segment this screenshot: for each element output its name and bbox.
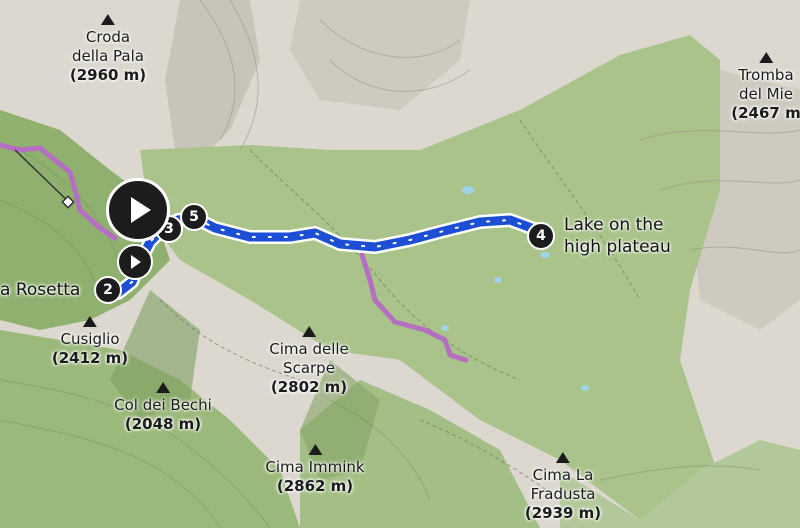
peak-tromba-del-mie[interactable]: Tromba del Mie (2467 m [731,52,800,123]
peak-name: della Pala [72,47,144,65]
peak-elevation: (2048 m) [124,415,202,433]
play-flyover-button[interactable] [106,178,170,242]
lake-label-line: Lake on the [564,215,664,235]
peak-icon [101,14,115,25]
place-label-rosetta: a Rosetta [0,280,81,300]
peak-name: Cima Immink [265,458,365,476]
peak-elevation: (2412 m) [51,349,129,367]
peak-name: Croda [85,28,131,46]
peak-elevation: (2802 m) [270,378,348,396]
peak-name: Fradusta [530,485,596,503]
peak-name: Cusiglio [60,330,120,348]
peak-name: Scarpe [283,359,335,377]
peak-cima-la-fradusta[interactable]: Cima La Fradusta (2939 m) [525,452,601,523]
peak-col-dei-bechi[interactable]: Col dei Bechi (2048 m) [114,382,212,434]
peak-cusiglio[interactable]: Cusiglio (2412 m) [52,316,128,368]
peak-icon [556,452,570,463]
route-start-play-button[interactable] [117,244,153,280]
peak-elevation: (2862 m) [276,477,354,495]
peak-croda-della-pala[interactable]: Croda della Pala (2960 m) [70,14,146,85]
peak-elevation: (2960 m) [69,66,147,84]
peak-icon [759,52,773,63]
peak-name: Cima La [532,466,594,484]
peak-name: Cima delle [269,340,349,358]
peak-icon [83,316,97,327]
peak-cima-immink[interactable]: Cima Immink (2862 m) [265,444,365,496]
waypoint-marker-2[interactable]: 2 [94,276,122,304]
peak-cima-delle-scarpe[interactable]: Cima delle Scarpe (2802 m) [269,326,349,397]
place-label-lake: Lake on the high plateau [564,214,671,258]
peak-elevation: (2939 m) [524,504,602,522]
waypoint-marker-5[interactable]: 5 [180,203,208,231]
peak-name: Tromba [738,66,794,84]
waypoint-marker-4[interactable]: 4 [527,222,555,250]
lake-label-line: high plateau [564,237,671,257]
peak-icon [156,382,170,393]
peak-elevation: (2467 m [731,104,800,122]
peak-name: del Mie [738,85,794,103]
map-view[interactable]: Croda della Pala (2960 m) Cusiglio (2412… [0,0,800,528]
peak-icon [307,444,322,455]
peak-icon [302,326,316,337]
peak-name: Col dei Bechi [114,396,212,414]
